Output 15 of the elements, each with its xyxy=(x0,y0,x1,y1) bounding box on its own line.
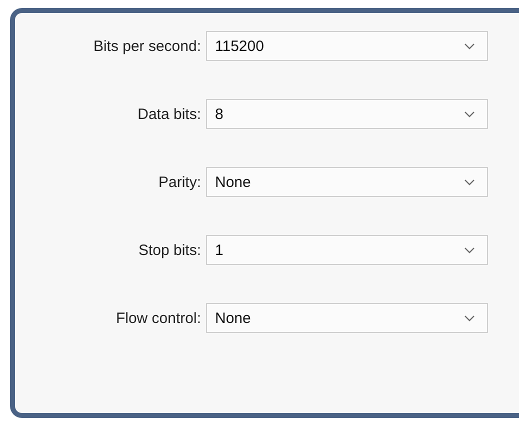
dropdown[interactable]: None xyxy=(206,167,488,197)
field-label: Bits per second: xyxy=(92,38,201,54)
field-label: Stop bits: xyxy=(137,242,201,258)
chevron-down-icon xyxy=(464,178,475,186)
dropdown[interactable]: 1 xyxy=(206,235,488,265)
dropdown[interactable]: 8 xyxy=(206,99,488,129)
chevron-down-icon xyxy=(464,246,475,254)
dropdown[interactable]: 115200 xyxy=(206,31,488,61)
chevron-down-icon xyxy=(464,314,475,322)
chevron-down-icon xyxy=(464,42,475,50)
field-label: Parity: xyxy=(157,174,201,190)
field-label: Flow control: xyxy=(114,310,201,326)
chevron-down-icon xyxy=(464,110,475,118)
field-label: Data bits: xyxy=(136,106,201,122)
dropdown[interactable]: None xyxy=(206,303,488,333)
